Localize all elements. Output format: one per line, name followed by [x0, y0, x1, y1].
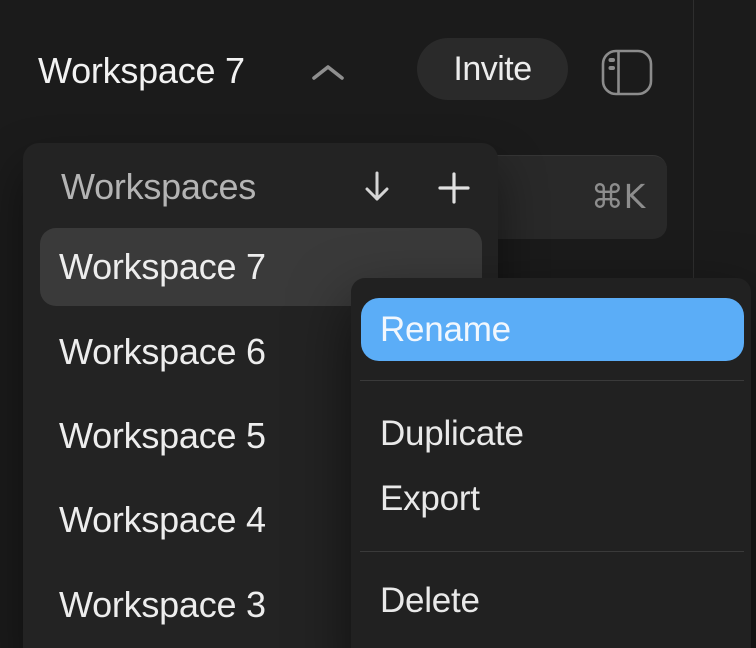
sidebar-toggle-button[interactable]: [599, 47, 655, 98]
menu-divider: [360, 551, 744, 552]
plus-icon: [438, 172, 470, 204]
sidebar-toggle-icon: [599, 47, 655, 98]
sort-workspaces-button[interactable]: [362, 170, 392, 204]
menu-item-export[interactable]: Export: [361, 467, 744, 530]
menu-item-delete[interactable]: Delete: [361, 569, 744, 632]
menu-item-rename[interactable]: Rename: [361, 298, 744, 361]
menu-divider: [360, 380, 744, 381]
app-window: ⌘K Workspace 7 Invite Workspaces Wo: [0, 0, 756, 648]
workspace-title[interactable]: Workspace 7: [38, 51, 245, 91]
dropdown-header-label: Workspaces: [61, 167, 256, 207]
context-menu: Rename Duplicate Export Delete: [351, 278, 751, 648]
arrow-down-icon: [362, 170, 392, 204]
invite-button[interactable]: Invite: [417, 38, 568, 100]
add-workspace-button[interactable]: [438, 172, 470, 204]
chevron-up-icon[interactable]: [310, 61, 346, 85]
menu-item-duplicate[interactable]: Duplicate: [361, 402, 744, 465]
search-shortcut-label: ⌘K: [591, 156, 645, 238]
